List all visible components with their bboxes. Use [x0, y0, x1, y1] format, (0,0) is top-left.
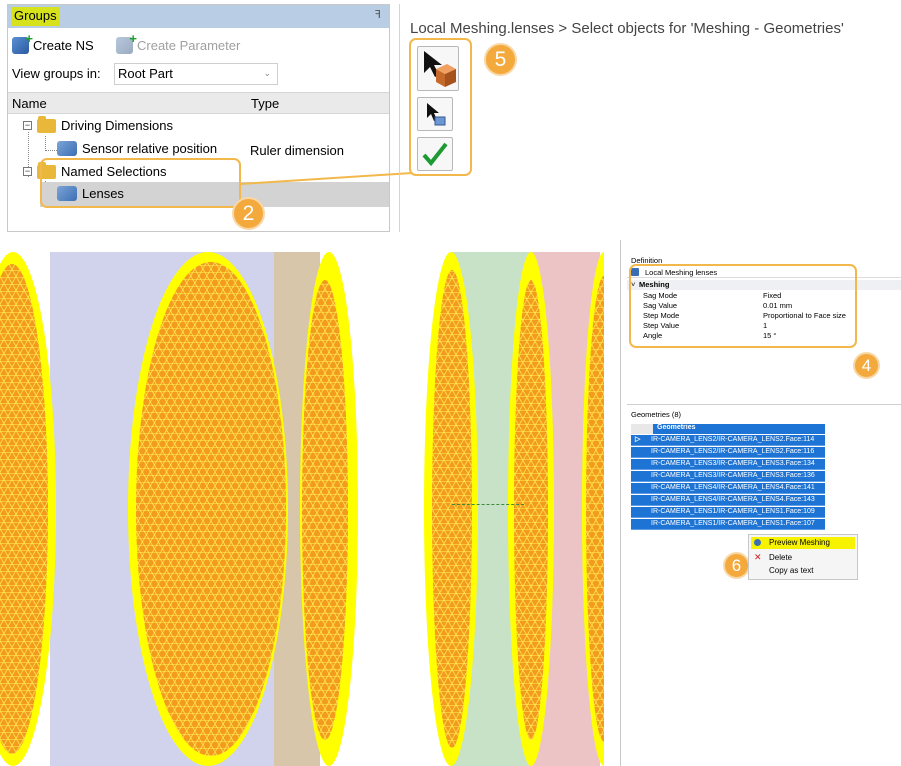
geometry-name: IR-CAMERA_LENS3/IR-CAMERA_LENS3.Face:136 — [651, 472, 815, 479]
menu-item-copy-text[interactable]: Copy as text — [751, 565, 855, 576]
callout-box — [40, 158, 241, 208]
column-geometries: Geometries — [657, 424, 696, 431]
row-pointer-icon: ▷ — [635, 436, 641, 443]
menu-item-preview-meshing[interactable]: Preview Meshing — [751, 537, 855, 549]
view-groups-value: Root Part — [118, 66, 173, 81]
column-name[interactable]: Name — [12, 96, 47, 111]
geometries-table-header: Geometries — [631, 424, 825, 434]
column-type[interactable]: Type — [251, 96, 279, 111]
geometry-row[interactable]: ▷ IR-CAMERA_LENS2/IR-CAMERA_LENS2.Face:11… — [631, 435, 825, 446]
geometry-row[interactable]: IR-CAMERA_LENS2/IR-CAMERA_LENS2.Face:116 — [631, 447, 825, 458]
menu-item-label: Copy as text — [769, 566, 814, 575]
geometry-row[interactable]: IR-CAMERA_LENS3/IR-CAMERA_LENS3.Face:134 — [631, 459, 825, 470]
select-face-button[interactable] — [417, 97, 453, 131]
lens-mesh — [514, 280, 548, 740]
panel-divider — [399, 4, 400, 232]
collapse-icon[interactable]: − — [23, 167, 32, 176]
geometry-row[interactable]: IR-CAMERA_LENS1/IR-CAMERA_LENS1.Face:109 — [631, 507, 825, 518]
callout-badge: 5 — [484, 43, 517, 76]
divider — [627, 404, 901, 405]
tree-item-label: Sensor relative position — [82, 141, 218, 156]
callout-badge: 4 — [853, 352, 880, 379]
context-menu: Preview Meshing ✕ Delete Copy as text — [748, 534, 858, 580]
chevron-down-icon: ⌄ — [263, 68, 271, 78]
checkmark-icon — [422, 142, 448, 167]
callout-box — [629, 264, 857, 348]
tree-item-label: Driving Dimensions — [61, 118, 173, 133]
validate-button[interactable] — [417, 137, 453, 171]
geometries-label: Geometries (8) — [631, 410, 682, 419]
geometry-row[interactable]: IR-CAMERA_LENS3/IR-CAMERA_LENS3.Face:136 — [631, 471, 825, 482]
create-parameter-label: Create Parameter — [137, 38, 241, 53]
create-ns-label: Create NS — [33, 38, 94, 53]
menu-item-label: Preview Meshing — [769, 538, 830, 547]
select-face-icon — [427, 103, 446, 126]
view-groups-label: View groups in: — [12, 66, 101, 81]
definition-panel: Definition Local Meshing lenses ˅ Meshin… — [627, 252, 901, 766]
geometry-row[interactable]: IR-CAMERA_LENS1/IR-CAMERA_LENS1.Face:107 — [631, 519, 825, 530]
callout-badge: 2 — [232, 197, 265, 230]
pin-icon[interactable]: ꟻ — [375, 8, 381, 21]
tree-line — [45, 136, 57, 151]
panel-divider — [620, 240, 621, 766]
mesh-preview-icon — [754, 539, 761, 546]
row-header-corner — [631, 424, 653, 434]
geometry-name: IR-CAMERA_LENS1/IR-CAMERA_LENS1.Face:109 — [651, 508, 815, 515]
groups-title: Groups — [11, 7, 60, 26]
menu-item-label: Delete — [769, 553, 793, 562]
column-header: Name Type — [8, 92, 389, 114]
tree-item-type: Ruler dimension — [250, 143, 344, 158]
geometry-name: IR-CAMERA_LENS4/IR-CAMERA_LENS4.Face:143 — [651, 496, 815, 503]
callout-connector — [239, 172, 413, 185]
select-cube-icon — [424, 51, 456, 87]
tree-item-sensor-position[interactable]: Sensor relative position — [57, 141, 217, 156]
view-groups-select[interactable]: Root Part ⌄ — [114, 63, 278, 85]
menu-item-delete[interactable]: ✕ Delete — [751, 552, 855, 563]
geometry-name: IR-CAMERA_LENS1/IR-CAMERA_LENS1.Face:107 — [651, 520, 815, 527]
create-parameter-button[interactable]: Create Parameter — [116, 31, 241, 54]
create-ns-button[interactable]: Create NS — [12, 31, 94, 54]
geometry-row[interactable]: IR-CAMERA_LENS4/IR-CAMERA_LENS4.Face:141 — [631, 483, 825, 494]
lens-mesh — [302, 280, 348, 740]
mesh-viewport[interactable] — [0, 240, 604, 766]
lens-mesh — [432, 270, 472, 748]
named-selection-icon — [12, 31, 33, 54]
optical-axis — [452, 504, 524, 505]
lens-mesh — [136, 262, 286, 756]
tree-item-driving-dimensions[interactable]: − Driving Dimensions — [23, 115, 173, 133]
geometry-name: IR-CAMERA_LENS4/IR-CAMERA_LENS4.Face:141 — [651, 484, 815, 491]
geometry-row[interactable]: IR-CAMERA_LENS4/IR-CAMERA_LENS4.Face:143 — [631, 495, 825, 506]
ruler-dimension-icon — [57, 141, 77, 156]
select-body-button[interactable] — [417, 46, 459, 91]
geometry-name: IR-CAMERA_LENS2/IR-CAMERA_LENS2.Face:114 — [651, 436, 815, 443]
folder-icon — [37, 115, 56, 133]
parameter-icon — [116, 31, 137, 54]
collapse-icon[interactable]: − — [23, 121, 32, 130]
breadcrumb: Local Meshing.lenses > Select objects fo… — [410, 20, 844, 37]
geometry-name: IR-CAMERA_LENS3/IR-CAMERA_LENS3.Face:134 — [651, 460, 815, 467]
callout-badge: 6 — [723, 552, 750, 579]
delete-icon: ✕ — [754, 552, 762, 562]
groups-titlebar: Groups ꟻ — [8, 5, 389, 28]
geometry-name: IR-CAMERA_LENS2/IR-CAMERA_LENS2.Face:116 — [651, 448, 815, 455]
